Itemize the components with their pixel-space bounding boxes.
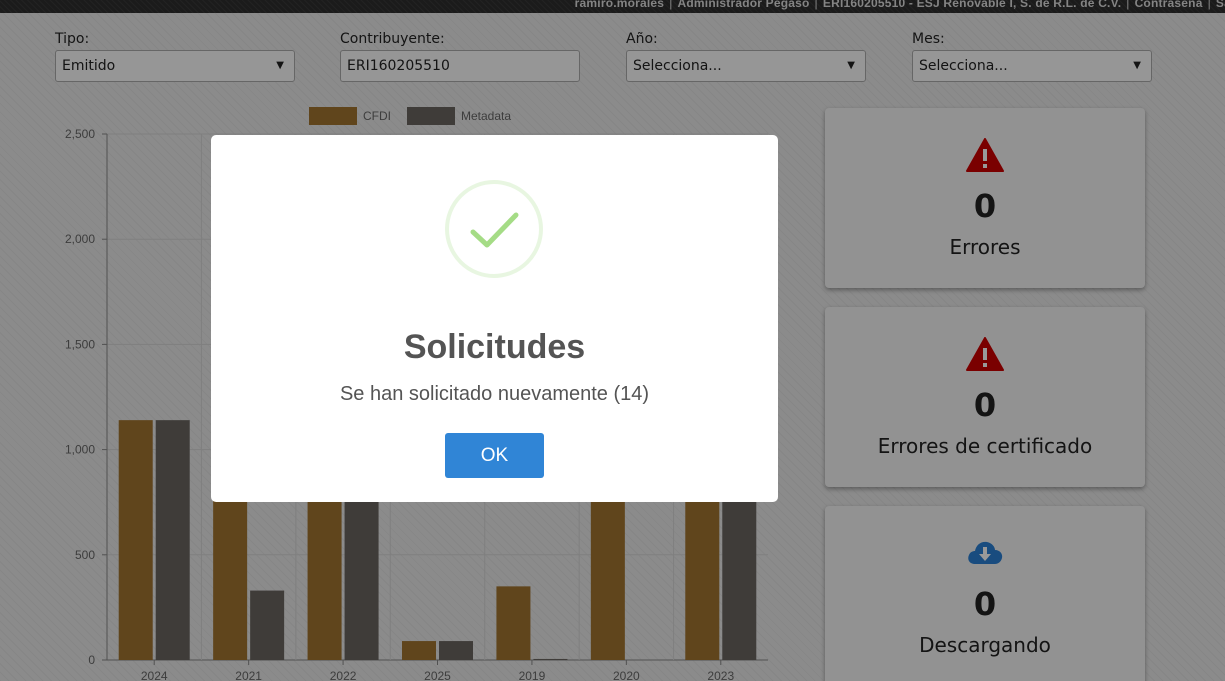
dialog-message: Se han solicitado nuevamente (14) <box>339 383 650 405</box>
success-check-icon <box>445 180 543 278</box>
ok-button[interactable]: OK <box>445 433 544 478</box>
success-dialog: Solicitudes Se han solicitado nuevamente… <box>211 135 778 502</box>
dialog-title: Solicitudes <box>403 328 586 366</box>
